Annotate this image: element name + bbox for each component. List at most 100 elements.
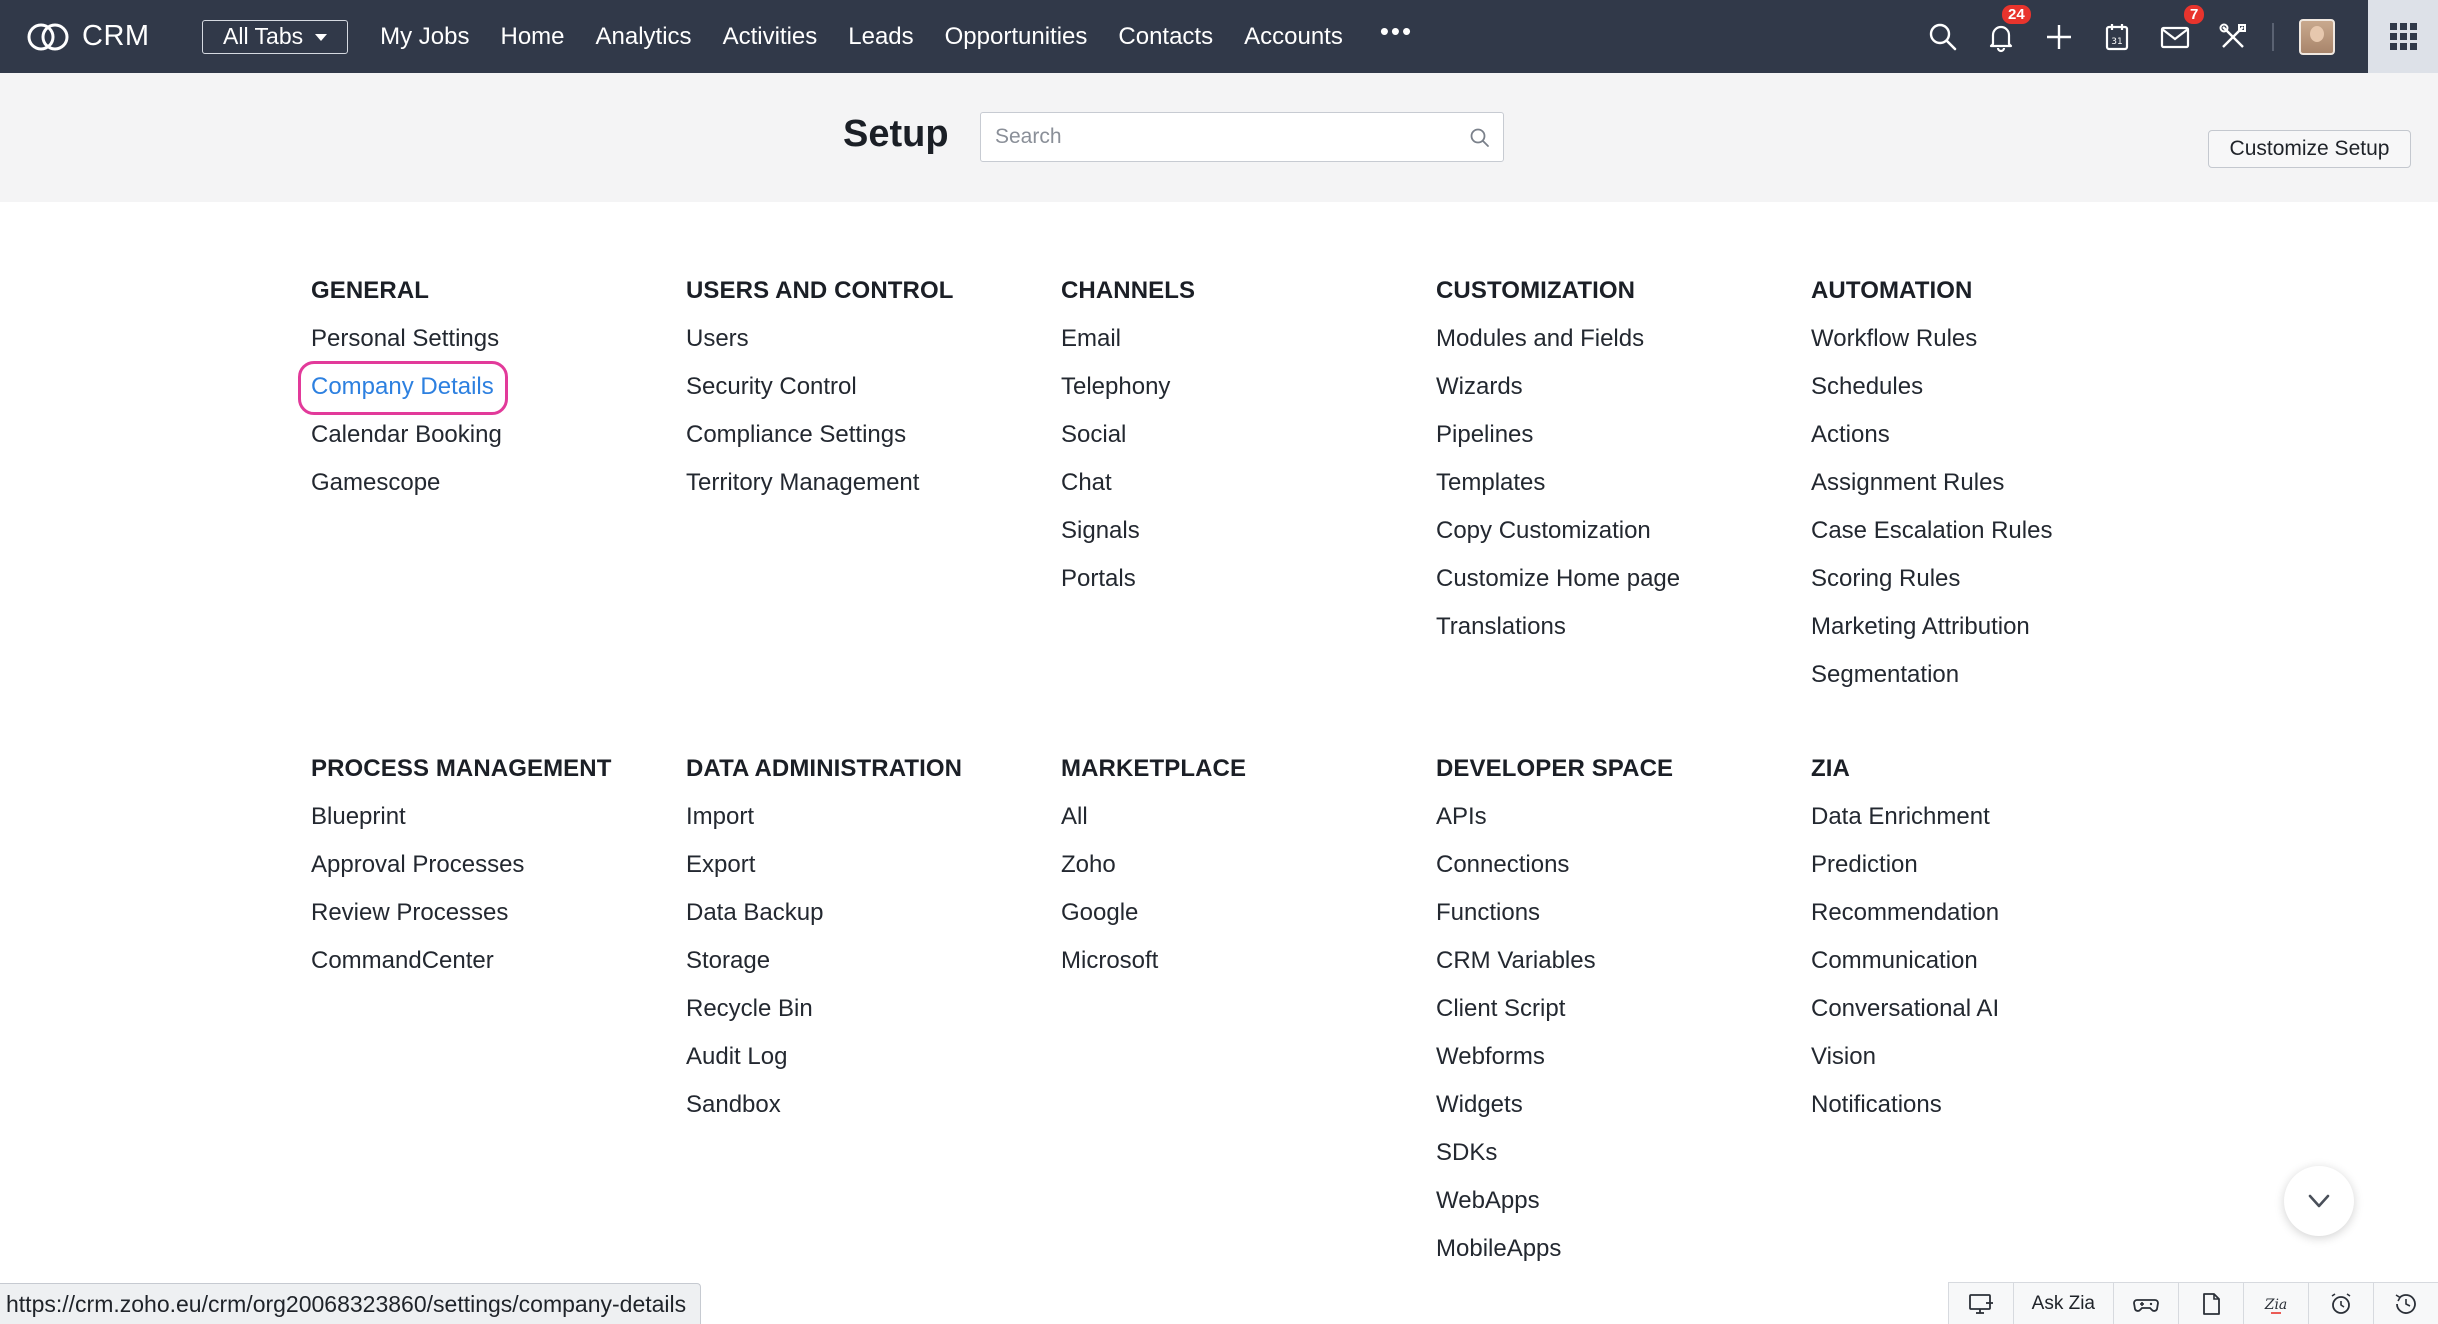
setup-link-recommendation[interactable]: Recommendation [1811,898,1999,928]
setup-link-territory-management[interactable]: Territory Management [686,468,919,498]
setup-link-segmentation[interactable]: Segmentation [1811,660,1959,690]
list-item: Marketing Attribution [1811,612,2171,660]
setup-link-marketing-attribution[interactable]: Marketing Attribution [1811,612,2030,642]
global-search-button[interactable] [1914,0,1972,73]
setup-search-input[interactable] [980,112,1504,162]
setup-link-data-backup[interactable]: Data Backup [686,898,823,928]
setup-link-crm-variables[interactable]: CRM Variables [1436,946,1596,976]
tab-home[interactable]: Home [500,23,564,51]
setup-link-users[interactable]: Users [686,324,749,354]
setup-link-connections[interactable]: Connections [1436,850,1569,880]
list-item: Vision [1811,1042,2171,1090]
setup-link-apis[interactable]: APIs [1436,802,1487,832]
setup-link-recycle-bin[interactable]: Recycle Bin [686,994,813,1024]
setup-link-all[interactable]: All [1061,802,1088,832]
apps-launcher-button[interactable] [2368,0,2438,73]
screen-share-button[interactable] [1947,1282,2013,1324]
setup-link-workflow-rules[interactable]: Workflow Rules [1811,324,1977,354]
setup-link-signals[interactable]: Signals [1061,516,1140,546]
setup-link-personal-settings[interactable]: Personal Settings [311,324,499,354]
search-icon[interactable] [1468,126,1492,150]
tab-analytics[interactable]: Analytics [596,23,692,51]
setup-link-wizards[interactable]: Wizards [1436,372,1523,402]
setup-link-security-control[interactable]: Security Control [686,372,857,402]
tab-leads[interactable]: Leads [848,23,913,51]
setup-link-data-enrichment[interactable]: Data Enrichment [1811,802,1990,832]
list-item: Connections [1436,850,1796,898]
setup-link-conversational-ai[interactable]: Conversational AI [1811,994,1999,1024]
setup-link-chat[interactable]: Chat [1061,468,1112,498]
setup-link-vision[interactable]: Vision [1811,1042,1876,1072]
setup-link-customize-home-page[interactable]: Customize Home page [1436,564,1680,594]
setup-link-gamescope[interactable]: Gamescope [311,468,440,498]
setup-tools-button[interactable] [2204,0,2262,73]
list-item: Data Enrichment [1811,802,2171,850]
setup-link-templates[interactable]: Templates [1436,468,1545,498]
setup-link-blueprint[interactable]: Blueprint [311,802,406,832]
setup-link-translations[interactable]: Translations [1436,612,1566,642]
setup-link-schedules[interactable]: Schedules [1811,372,1923,402]
setup-link-sdks[interactable]: SDKs [1436,1138,1497,1168]
reminders-button[interactable] [2308,1282,2373,1324]
setup-link-widgets[interactable]: Widgets [1436,1090,1523,1120]
setup-link-audit-log[interactable]: Audit Log [686,1042,787,1072]
setup-link-communication[interactable]: Communication [1811,946,1978,976]
setup-link-modules-and-fields[interactable]: Modules and Fields [1436,324,1644,354]
setup-link-telephony[interactable]: Telephony [1061,372,1170,402]
calendar-button[interactable]: 31 [2088,0,2146,73]
setup-link-import[interactable]: Import [686,802,754,832]
tab-accounts[interactable]: Accounts [1244,23,1343,51]
setup-link-review-processes[interactable]: Review Processes [311,898,508,928]
setup-link-mobileapps[interactable]: MobileApps [1436,1234,1561,1264]
more-tabs-button[interactable]: ••• [1380,18,1413,44]
list-item: All [1061,802,1421,850]
list-item: Users [686,324,1046,372]
mail-button[interactable]: 7 [2146,0,2205,73]
setup-link-zoho[interactable]: Zoho [1061,850,1116,880]
setup-link-sandbox[interactable]: Sandbox [686,1090,781,1120]
setup-link-copy-customization[interactable]: Copy Customization [1436,516,1651,546]
scroll-down-button[interactable] [2284,1166,2354,1236]
notifications-button[interactable]: 24 [1972,0,2031,73]
setup-link-compliance-settings[interactable]: Compliance Settings [686,420,906,450]
brand-logo[interactable]: CRM [24,19,174,55]
tab-contacts[interactable]: Contacts [1118,23,1213,51]
setup-link-export[interactable]: Export [686,850,755,880]
tab-opportunities[interactable]: Opportunities [945,23,1088,51]
notes-button[interactable] [2178,1282,2243,1324]
list-item: Export [686,850,1046,898]
setup-link-assignment-rules[interactable]: Assignment Rules [1811,468,2004,498]
list-item: Segmentation [1811,660,2171,708]
setup-link-microsoft[interactable]: Microsoft [1061,946,1158,976]
profile-button[interactable] [2288,0,2346,73]
setup-link-approval-processes[interactable]: Approval Processes [311,850,524,880]
setup-link-webapps[interactable]: WebApps [1436,1186,1540,1216]
tab-my-jobs[interactable]: My Jobs [380,23,469,51]
setup-link-google[interactable]: Google [1061,898,1138,928]
tab-activities[interactable]: Activities [723,23,818,51]
setup-link-notifications[interactable]: Notifications [1811,1090,1942,1120]
setup-link-prediction[interactable]: Prediction [1811,850,1918,880]
setup-link-company-details[interactable]: Company Details [311,372,494,402]
setup-link-social[interactable]: Social [1061,420,1126,450]
setup-link-commandcenter[interactable]: CommandCenter [311,946,494,976]
setup-link-portals[interactable]: Portals [1061,564,1136,594]
setup-link-calendar-booking[interactable]: Calendar Booking [311,420,502,450]
recent-history-button[interactable] [2373,1282,2438,1324]
quick-create-button[interactable] [2030,0,2088,73]
setup-link-webforms[interactable]: Webforms [1436,1042,1545,1072]
setup-link-actions[interactable]: Actions [1811,420,1890,450]
setup-link-functions[interactable]: Functions [1436,898,1540,928]
setup-link-case-escalation-rules[interactable]: Case Escalation Rules [1811,516,2052,546]
setup-link-email[interactable]: Email [1061,324,1121,354]
section-users-and-control: USERS AND CONTROL Users Security Control… [686,276,1046,516]
setup-link-client-script[interactable]: Client Script [1436,994,1565,1024]
setup-link-scoring-rules[interactable]: Scoring Rules [1811,564,1960,594]
customize-setup-button[interactable]: Customize Setup [2208,130,2411,168]
gamescope-button[interactable] [2113,1282,2178,1324]
zia-button[interactable]: Zia [2243,1282,2308,1324]
setup-link-pipelines[interactable]: Pipelines [1436,420,1533,450]
setup-link-storage[interactable]: Storage [686,946,770,976]
all-tabs-dropdown[interactable]: All Tabs [202,19,349,54]
ask-zia-button[interactable]: Ask Zia [2012,1282,2113,1324]
